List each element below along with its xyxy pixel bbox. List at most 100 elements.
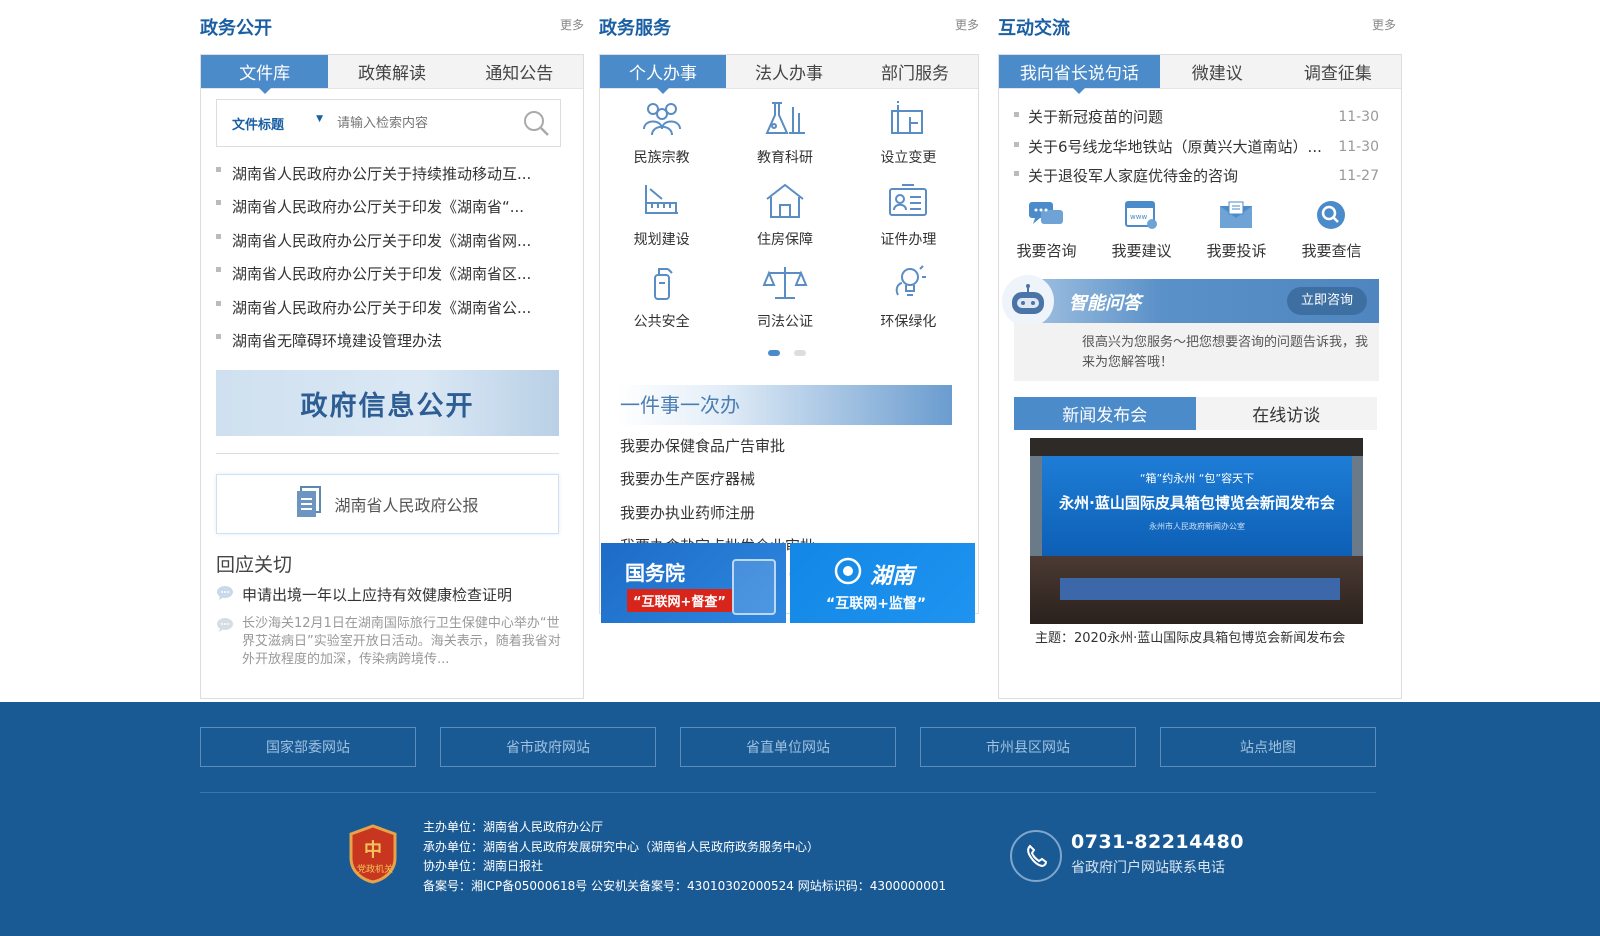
tab-department-service[interactable]: 部门服务 [852,55,978,88]
ai-greeting: 很高兴为您服务～把您想要咨询的问题告诉我，我来为您解答哦！ [1014,323,1379,381]
gazette-link[interactable]: 湖南省人民政府公报 [216,474,559,534]
consult-button[interactable]: 我要咨询 [1016,200,1077,261]
search-field-select-label: 文件标题 [232,117,285,133]
tab-micro-suggestion[interactable]: 微建议 [1160,55,1275,88]
list-item[interactable]: 关于退役军人家庭优待金的咨询 11-27 [1014,162,1379,192]
service-public-safety[interactable]: 公共安全 [600,265,723,331]
list-item[interactable]: 湖南省人民政府办公厅关于印发《湖南省网... [216,225,556,258]
house-icon [761,183,809,223]
interaction-section: 互动交流 更多 我向省长说句话 微建议 调查征集 关于新冠疫苗的问题 11-30 … [998,0,1402,700]
search-field-select[interactable]: 文件标题 ▼ [217,114,337,133]
section-title-interaction: 互动交流 [998,18,1070,39]
tab-legal-person-affairs[interactable]: 法人办事 [726,55,852,88]
photo-led-screen: “箱”约永州 “包”容天下 永州·蓝山国际皮具箱包博览会新闻发布会 永州市人民政… [1042,456,1352,556]
service-establish-change[interactable]: 设立变更 [847,101,970,167]
list-item[interactable]: 我要办生产医疗器械 [620,463,950,496]
footer-link-city-county[interactable]: 市州县区网站 [920,727,1136,767]
interaction-actions: 我要咨询 www 我要建议 我要投诉 我要查信 [999,200,1379,261]
party-gov-badge[interactable]: 中 党政机关 [347,824,399,884]
tab-personal-affairs[interactable]: 个人办事 [600,55,726,94]
svg-text:www: www [1130,213,1147,221]
pager-dot[interactable] [768,350,780,356]
doc-list: 湖南省人民政府办公厅关于持续推动移动互... 湖南省人民政府办公厅关于印发《湖南… [216,158,556,358]
interaction-tabs: 我向省长说句话 微建议 调查征集 [999,55,1401,94]
footer-link-provincial-gov[interactable]: 省市政府网站 [440,727,656,767]
service-housing-security[interactable]: 住房保障 [723,183,846,249]
ad-state-council-sub: “互联网+督查” [627,589,732,612]
respond-question[interactable]: 申请出境一年以上应持有效健康检查证明 [216,584,561,605]
list-item[interactable]: 湖南省人民政府办公厅关于持续推动移动互... [216,158,556,191]
footer-link-ministries[interactable]: 国家部委网站 [200,727,416,767]
one-stop-title: 一件事一次办 [618,385,952,425]
search-input[interactable] [337,115,512,131]
mail-complaint-icon [1217,200,1255,234]
more-link-gov-service[interactable]: 更多 [955,16,979,33]
phone-icon [1010,830,1062,882]
tab-file-library[interactable]: 文件库 [201,55,329,94]
service-ethnic-religion[interactable]: 民族宗教 [600,101,723,167]
extinguisher-icon [638,265,686,305]
divider [216,453,559,454]
more-link-gov-open[interactable]: 更多 [560,16,584,33]
list-item[interactable]: 湖南省人民政府办公厅关于印发《湖南省公... [216,292,556,325]
complain-button[interactable]: 我要投诉 [1206,200,1267,261]
service-environmental-greening[interactable]: 环保绿化 [847,265,970,331]
photo-caption[interactable]: 主题：2020永州·蓝山国际皮具箱包博览会新闻发布会 [1035,627,1345,646]
photo-ceiling [1030,438,1363,456]
gov-service-panel: 个人办事 法人办事 部门服务 民族宗教 教育科研 设立变更 规划建设 住房保障 … [599,54,979,614]
ad-state-council[interactable]: 国务院 “互联网+督查” [601,543,786,623]
footer-links: 国家部委网站 省市政府网站 省直单位网站 市州县区网站 站点地图 [200,727,1376,767]
building-change-icon [884,101,932,141]
service-certificates[interactable]: 证件办理 [847,183,970,249]
footer-link-sitemap[interactable]: 站点地图 [1160,727,1376,767]
tab-notices[interactable]: 通知公告 [456,55,583,88]
list-item[interactable]: 关于6号线龙华地铁站（原黄兴大道南站）... 11-30 [1014,133,1379,163]
interaction-panel: 我向省长说句话 微建议 调查征集 关于新冠疫苗的问题 11-30 关于6号线龙华地… [998,54,1402,699]
lab-flask-icon [761,101,809,141]
chat-icon [1027,200,1065,234]
list-item[interactable]: 湖南省无障碍环境建设管理办法 [216,325,556,358]
gov-info-open-banner[interactable]: 政府信息公开 [216,370,559,436]
ad-hunan-supervision[interactable]: 湖南 “互联网+监督” [790,543,975,623]
suggest-button[interactable]: www 我要建议 [1111,200,1172,261]
check-letter-button[interactable]: 我要查信 [1301,200,1362,261]
footer-record[interactable]: 备案号：湘ICP备05000618号 公安机关备案号：4301030200052… [423,877,946,897]
consult-now-button[interactable]: 立即咨询 [1286,287,1367,315]
pager-dot[interactable] [794,350,806,356]
question-bubble-icon [216,585,234,605]
eye-logo-icon [834,557,862,589]
tab-online-interview[interactable]: 在线访谈 [1195,397,1377,430]
gazette-label: 湖南省人民政府公报 [334,496,479,515]
more-link-interaction[interactable]: 更多 [1372,16,1396,33]
list-item[interactable]: 湖南省人民政府办公厅关于印发《湖南省区... [216,258,556,291]
ad-hunan-sub: “互联网+监督” [826,596,927,612]
search-letter-icon [1312,200,1350,234]
list-item[interactable]: 关于新冠疫苗的问题 11-30 [1014,103,1379,133]
list-item[interactable]: 湖南省人民政府办公厅关于印发《湖南省“... [216,191,556,224]
message-list: 关于新冠疫苗的问题 11-30 关于6号线龙华地铁站（原黄兴大道南站）... 11-… [1014,103,1379,192]
list-item[interactable]: 我要办执业药师注册 [620,497,950,530]
gov-service-tabs: 个人办事 法人办事 部门服务 [600,55,978,94]
service-planning-construction[interactable]: 规划建设 [600,183,723,249]
press-conference-photo[interactable]: “箱”约永州 “包”容天下 永州·蓝山国际皮具箱包博览会新闻发布会 永州市人民政… [1030,438,1363,624]
contact-phone-desc: 省政府门户网站联系电话 [1071,860,1225,876]
tab-survey[interactable]: 调查征集 [1275,55,1401,88]
footer-divider [200,792,1376,793]
id-card-icon [884,183,932,223]
section-title-gov-open: 政务公开 [200,18,272,39]
ai-qa-bar: 智能问答 立即咨询 [1002,275,1379,327]
list-item[interactable]: 我要办保健食品广告审批 [620,430,950,463]
respond-answer[interactable]: 长沙海关12月1日在湖南国际旅行卫生保健中心举办“世界艾滋病日”实验室开放日活动… [216,615,561,669]
service-judicial-notary[interactable]: 司法公证 [723,265,846,331]
tab-press-conference[interactable]: 新闻发布会 [1014,397,1196,430]
robot-icon [1002,275,1054,327]
gov-open-panel: 文件库 政策解读 通知公告 文件标题 ▼ 湖南省人民政府办公厅关于持续推动移动互… [200,54,584,699]
ad-state-council-title: 国务院 [625,561,685,585]
service-grid: 民族宗教 教育科研 设立变更 规划建设 住房保障 证件办理 公共安全 司法公证 … [600,101,970,331]
search-icon[interactable] [512,109,560,137]
service-education-research[interactable]: 教育科研 [723,101,846,167]
tab-policy-interpretation[interactable]: 政策解读 [328,55,455,88]
footer-link-provincial-units[interactable]: 省直单位网站 [680,727,896,767]
site-footer: 国家部委网站 省市政府网站 省直单位网站 市州县区网站 站点地图 中 党政机关 … [0,702,1600,936]
tab-talk-to-governor[interactable]: 我向省长说句话 [999,55,1160,94]
